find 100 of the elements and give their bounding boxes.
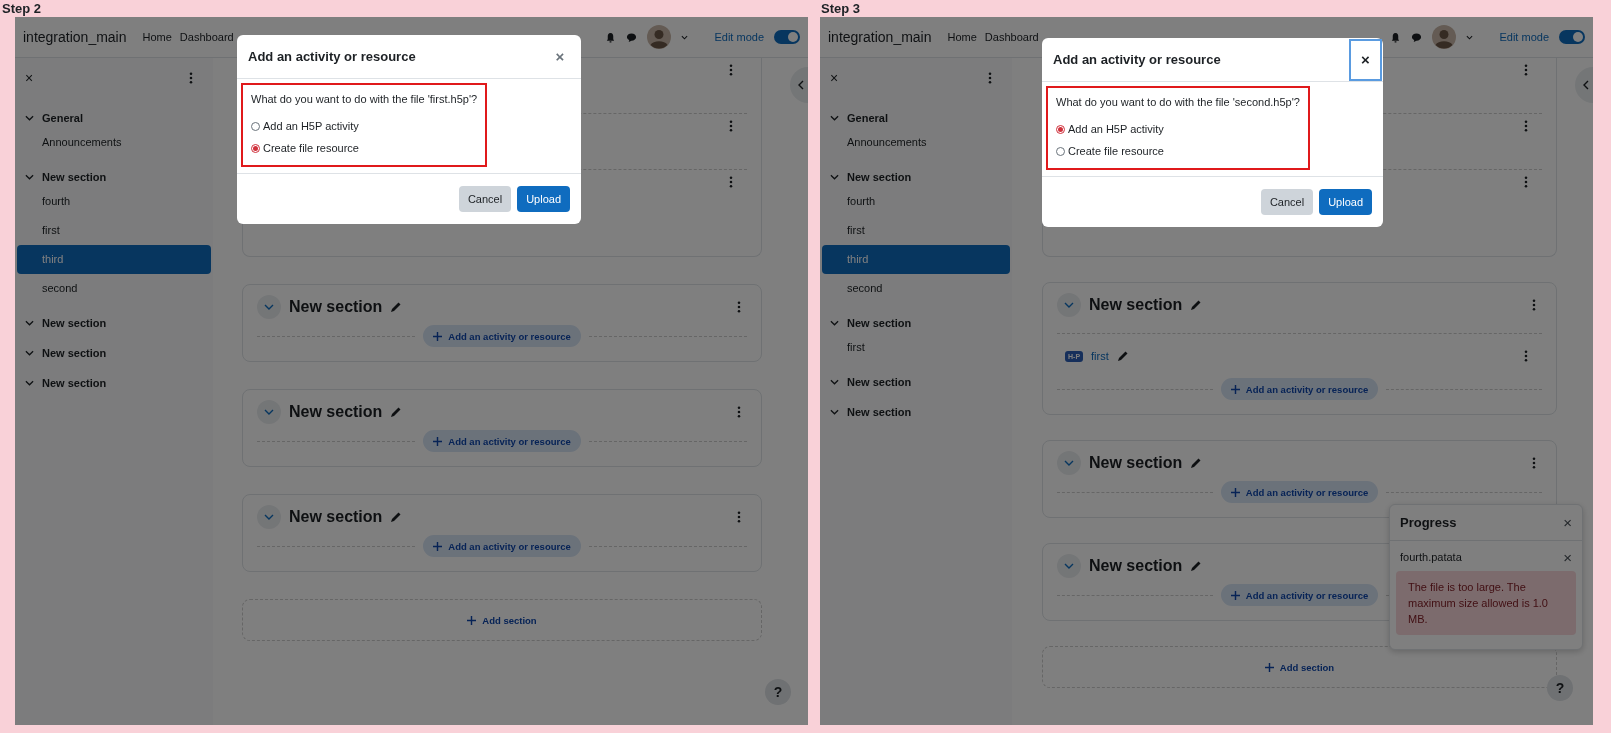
question-text: What do you want to do with the file 'first.h5p'? (251, 93, 478, 105)
chat-icon[interactable] (1411, 31, 1423, 43)
index-item[interactable]: Announcements (17, 128, 211, 157)
site-name[interactable]: integration_main (828, 29, 932, 45)
section-link[interactable]: General (847, 112, 888, 124)
close-button[interactable]: × (1349, 38, 1382, 81)
more-icon[interactable] (737, 301, 741, 313)
add-activity-button[interactable]: Add an activity or resource (423, 325, 581, 347)
more-icon[interactable] (988, 72, 992, 84)
index-item[interactable]: first (822, 216, 1010, 245)
dialog-button[interactable]: Upload (517, 186, 570, 212)
chevron-icon[interactable] (830, 409, 839, 415)
file-name: fourth.patata (1400, 551, 1462, 565)
radio-option[interactable]: Create file resource (1056, 140, 1300, 162)
nav-link[interactable]: Home (947, 31, 977, 43)
more-icon[interactable] (1532, 457, 1536, 469)
help-button[interactable]: ? (1547, 675, 1573, 701)
more-icon[interactable] (189, 72, 193, 84)
chevron-icon[interactable] (830, 174, 839, 180)
more-icon[interactable] (1524, 176, 1528, 188)
chevron-icon[interactable] (25, 115, 34, 121)
index-item[interactable]: third (17, 245, 211, 274)
edit-mode-toggle[interactable] (1559, 30, 1585, 44)
section-link[interactable]: New section (847, 317, 912, 329)
nav-link[interactable]: Dashboard (179, 31, 234, 43)
site-name[interactable]: integration_main (23, 29, 127, 45)
radio-option[interactable]: Add an H5P activity (1056, 118, 1300, 140)
dialog-button[interactable]: Upload (1319, 189, 1372, 215)
section-link[interactable]: New section (42, 347, 107, 359)
more-icon[interactable] (1524, 350, 1528, 362)
add-activity-button[interactable]: Add an activity or resource (1220, 584, 1379, 606)
bell-icon[interactable] (1390, 31, 1402, 43)
index-item[interactable]: first (822, 333, 1010, 362)
chevron-icon (1064, 563, 1074, 569)
caret-icon[interactable] (1466, 34, 1474, 40)
caret-icon[interactable] (681, 34, 689, 40)
more-icon[interactable] (737, 406, 741, 418)
help-button[interactable]: ? (765, 679, 791, 705)
chevron-icon[interactable] (25, 174, 34, 180)
dialog-button[interactable]: Cancel (458, 186, 512, 212)
section-link[interactable]: General (42, 112, 83, 124)
close-button[interactable]: × (543, 36, 577, 77)
close-icon[interactable]: × (25, 71, 34, 85)
chevron-icon[interactable] (25, 320, 34, 326)
index-item[interactable]: third (822, 245, 1010, 274)
add-activity-button[interactable]: Add an activity or resource (1220, 378, 1379, 400)
close-button[interactable]: × (1563, 551, 1572, 565)
pencil-icon[interactable] (390, 511, 403, 523)
chevron-icon[interactable] (25, 380, 34, 386)
radio-option[interactable]: Add an H5P activity (251, 115, 478, 137)
add-activity-button[interactable]: Add an activity or resource (1220, 481, 1379, 503)
index-item[interactable]: second (17, 274, 211, 303)
index-item[interactable]: fourth (17, 187, 211, 216)
dialog-button[interactable]: Cancel (1260, 189, 1314, 215)
chevron-icon (1064, 460, 1074, 466)
edit-mode-toggle[interactable] (774, 30, 800, 44)
chat-icon[interactable] (626, 31, 638, 43)
pencil-icon[interactable] (390, 301, 403, 313)
radio-option[interactable]: Create file resource (251, 137, 478, 159)
section-link[interactable]: New section (42, 377, 107, 389)
add-section-button[interactable]: Add section (461, 613, 543, 627)
pencil-icon[interactable] (1190, 299, 1203, 311)
pencil-icon[interactable] (1190, 457, 1203, 469)
chevron-icon[interactable] (830, 379, 839, 385)
more-icon[interactable] (737, 511, 741, 523)
more-icon[interactable] (1524, 64, 1528, 76)
chevron-icon[interactable] (25, 350, 34, 356)
avatar-icon[interactable] (647, 25, 672, 49)
section-link[interactable]: New section (42, 171, 107, 183)
nav-link[interactable]: Home (142, 31, 172, 43)
index-item[interactable]: first (17, 216, 211, 245)
pencil-icon[interactable] (390, 406, 403, 418)
add-activity-button[interactable]: Add an activity or resource (423, 535, 581, 557)
add-section-button[interactable]: Add section (1258, 660, 1341, 674)
avatar-icon[interactable] (1432, 25, 1457, 49)
chevron-icon[interactable] (830, 115, 839, 121)
index-item[interactable]: second (822, 274, 1010, 303)
more-icon[interactable] (729, 120, 733, 132)
more-icon[interactable] (729, 64, 733, 76)
index-item[interactable]: Announcements (822, 128, 1010, 157)
step-label: Step 3 (820, 0, 861, 17)
pencil-icon[interactable] (1190, 560, 1203, 572)
section-link[interactable]: New section (847, 406, 912, 418)
dialog-title: Add an activity or resource (1053, 52, 1221, 67)
section-link[interactable]: New section (42, 317, 107, 329)
section-title: New section (1089, 296, 1183, 314)
section-link[interactable]: New section (847, 376, 912, 388)
pencil-icon[interactable] (1116, 350, 1129, 362)
bell-icon[interactable] (605, 31, 617, 43)
close-icon[interactable]: × (830, 71, 839, 85)
chevron-icon[interactable] (830, 320, 839, 326)
section-link[interactable]: New section (847, 171, 912, 183)
more-icon[interactable] (1532, 299, 1536, 311)
activity-link[interactable]: first (1091, 350, 1109, 362)
nav-link[interactable]: Dashboard (984, 31, 1039, 43)
close-button[interactable]: × (1563, 515, 1572, 530)
index-item[interactable]: fourth (822, 187, 1010, 216)
more-icon[interactable] (729, 176, 733, 188)
add-activity-button[interactable]: Add an activity or resource (423, 430, 581, 452)
more-icon[interactable] (1524, 120, 1528, 132)
